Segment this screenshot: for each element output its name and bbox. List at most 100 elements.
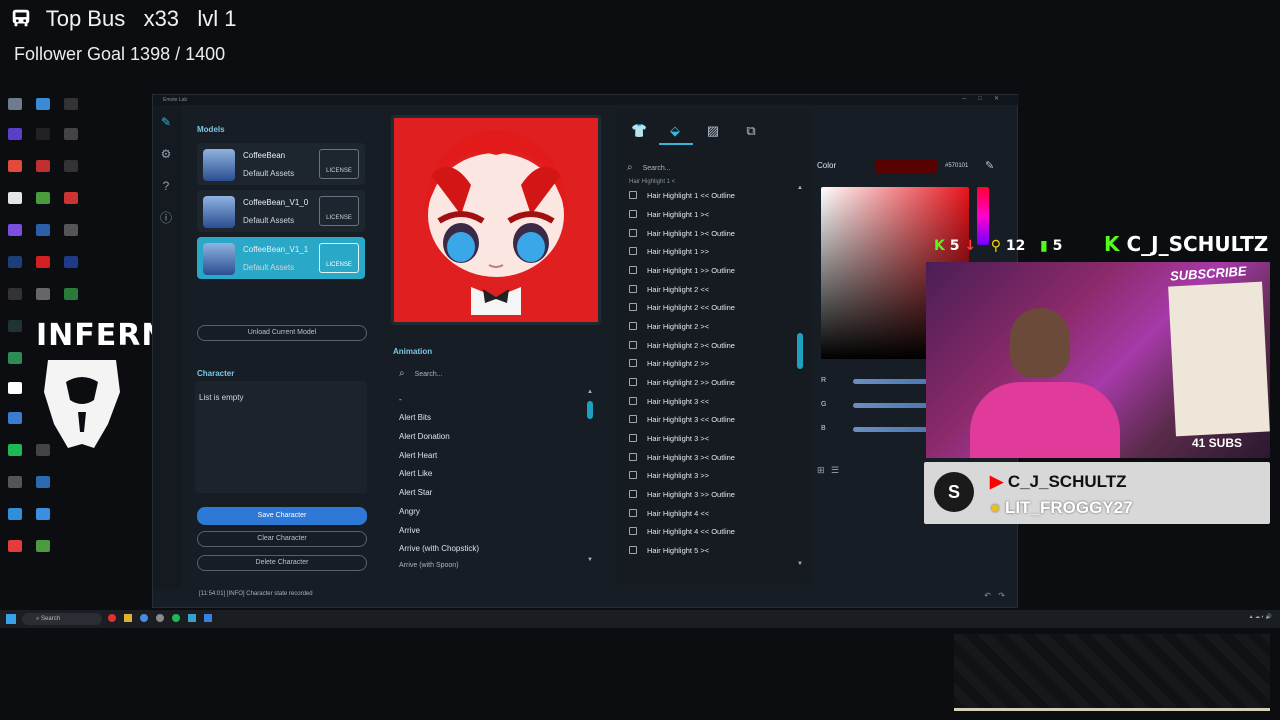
checkbox[interactable] [629,509,637,517]
windows-start-icon[interactable] [6,614,16,624]
animation-item[interactable]: Arrive (with Chopstick) [399,544,479,553]
checkbox[interactable] [629,490,637,498]
checkbox[interactable] [629,359,637,367]
desktop-icon[interactable] [8,192,22,204]
checkbox[interactable] [629,322,637,330]
desktop-icon[interactable] [36,160,50,172]
animation-item[interactable]: Arrive (with Spoon) [399,562,459,569]
option-row[interactable]: Hair Highlight 4 << [629,507,709,521]
animation-item[interactable]: Alert Star [399,488,432,497]
option-row[interactable]: Hair Highlight 2 << [629,283,709,297]
option-row-partial[interactable]: Hair Highlight 1 < [629,175,675,189]
maximize-icon[interactable]: □ [978,96,994,102]
tab-clothing-icon[interactable]: 👕 [631,123,647,139]
animation-item[interactable]: Alert Like [399,469,432,478]
tab-paint-bucket-icon[interactable]: ⬙ [667,123,683,139]
checkbox[interactable] [629,303,637,311]
desktop-icon[interactable] [8,540,22,552]
browser-icon[interactable] [140,614,148,622]
desktop-icon[interactable] [64,192,78,204]
unload-model-button[interactable]: Unload Current Model [197,325,367,341]
checkbox[interactable] [629,378,637,386]
hue-slider[interactable] [977,187,989,245]
option-row[interactable]: Hair Highlight 2 >> Outline [629,376,735,390]
taskbar-app-icon[interactable] [204,614,212,622]
desktop-icon[interactable] [8,382,22,394]
option-row[interactable]: Hair Highlight 3 >> [629,469,709,483]
option-row[interactable]: Hair Highlight 1 >< Outline [629,227,735,241]
model-card-selected[interactable]: CoffeeBean_V1_1 Default Assets LICENSE [197,237,365,279]
option-row[interactable]: Hair Highlight 1 >< [629,208,709,222]
undo-icon[interactable]: ↶ [984,591,991,600]
checkbox[interactable] [629,191,637,199]
desktop-icon[interactable] [8,320,22,332]
checkbox[interactable] [629,527,637,535]
desktop-icon[interactable] [8,508,22,520]
desktop-icon[interactable] [36,128,50,140]
checkbox[interactable] [629,341,637,349]
desktop-icon[interactable] [8,476,22,488]
help-icon[interactable]: ? [159,179,173,193]
clear-character-button[interactable]: Clear Character [197,531,367,547]
desktop-icon[interactable] [8,128,22,140]
desktop-icon[interactable] [8,288,22,300]
desktop-icon[interactable] [8,352,22,364]
spotify-icon[interactable] [172,614,180,622]
desktop-icon[interactable] [64,98,78,110]
desktop-icon[interactable] [64,160,78,172]
save-character-button[interactable]: Save Character [197,507,367,525]
option-row[interactable]: Hair Highlight 4 << Outline [629,525,735,539]
scroll-down-icon[interactable]: ▼ [797,561,803,567]
animation-item[interactable]: - [399,395,402,404]
checkbox[interactable] [629,285,637,293]
desktop-icon[interactable] [36,476,50,488]
options-scrollbar[interactable] [797,333,803,369]
license-button[interactable]: LICENSE [319,196,359,226]
desktop-icon[interactable] [36,256,50,268]
animation-item[interactable]: Alert Bits [399,413,431,422]
checkbox[interactable] [629,247,637,255]
model-card[interactable]: CoffeeBean Default Assets LICENSE [197,143,365,185]
animation-item[interactable]: Alert Heart [399,451,437,460]
option-row[interactable]: Hair Highlight 1 << Outline [629,189,735,203]
checkbox[interactable] [629,210,637,218]
checkbox[interactable] [629,266,637,274]
option-row[interactable]: Hair Highlight 3 << Outline [629,413,735,427]
checkbox[interactable] [629,397,637,405]
desktop-icon[interactable] [8,160,22,172]
add-layer-icon[interactable]: ⊞ [817,465,825,476]
option-row[interactable]: Hair Highlight 2 >< Outline [629,339,735,353]
desktop-icon[interactable] [36,192,50,204]
desktop-icon[interactable] [8,98,22,110]
license-button[interactable]: LICENSE [319,149,359,179]
animation-item[interactable]: Arrive [399,526,420,535]
taskbar-search-input[interactable]: ⌕ Search [22,613,102,625]
minimize-icon[interactable]: ─ [962,96,978,102]
scroll-down-icon[interactable]: ▼ [587,557,593,563]
gear-icon[interactable]: ⚙ [159,147,173,161]
desktop-icon[interactable] [8,412,22,424]
animation-search-input[interactable]: ⌕ Search... [393,365,593,383]
model-card[interactable]: CoffeeBean_V1_0 Default Assets LICENSE [197,190,365,232]
option-row[interactable]: Hair Highlight 3 >< Outline [629,451,735,465]
option-row[interactable]: Hair Highlight 3 << [629,395,709,409]
taskbar-app-icon[interactable] [108,614,116,622]
edit-icon[interactable]: ✎ [159,115,173,129]
redo-icon[interactable]: ↷ [998,591,1005,600]
desktop-icon[interactable] [8,256,22,268]
animation-item[interactable]: Angry [399,507,420,516]
folder-icon[interactable] [124,614,132,622]
checkbox[interactable] [629,546,637,554]
desktop-icon[interactable] [64,256,78,268]
checkbox[interactable] [629,229,637,237]
taskbar-app-icon[interactable] [156,614,164,622]
desktop-icon[interactable] [64,224,78,236]
checkbox[interactable] [629,471,637,479]
option-row[interactable]: Hair Highlight 3 >> Outline [629,488,735,502]
color-hex[interactable]: #570101 [945,163,968,169]
color-swatch[interactable] [875,159,937,173]
checkbox[interactable] [629,434,637,442]
scroll-up-icon[interactable]: ▲ [797,185,803,191]
option-row[interactable]: Hair Highlight 5 >< [629,544,709,558]
desktop-icon[interactable] [36,540,50,552]
